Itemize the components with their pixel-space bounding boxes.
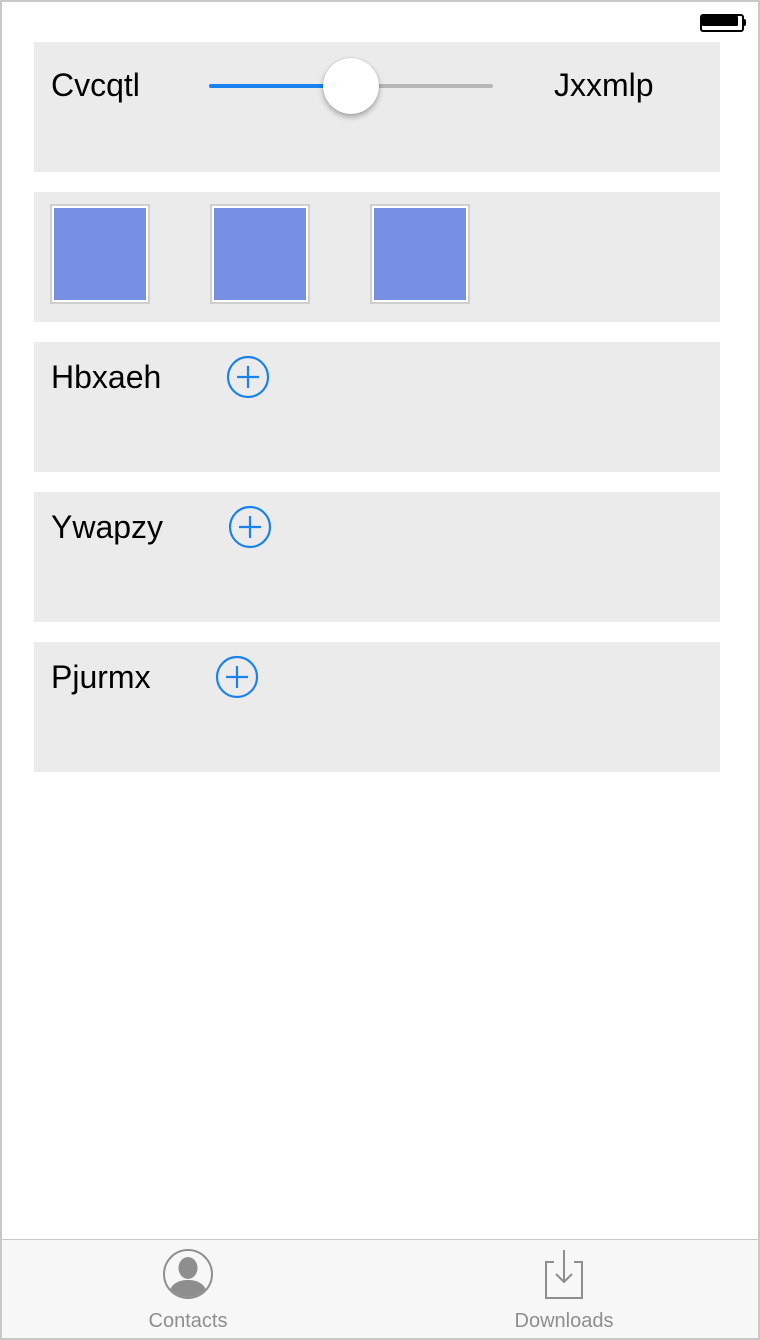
tab-downloads[interactable]: Downloads	[464, 1240, 664, 1338]
swatch-fill	[374, 208, 466, 300]
tab-bar: Contacts Downloads	[2, 1239, 758, 1338]
tab-label: Downloads	[514, 1310, 614, 1332]
add-circle-icon[interactable]	[226, 355, 270, 399]
swatch-fill	[214, 208, 306, 300]
add-circle-icon[interactable]	[215, 655, 259, 699]
add-row-2: Ywapzy	[34, 492, 720, 622]
tab-label: Contacts	[148, 1310, 228, 1332]
color-swatch-2[interactable]	[210, 204, 310, 304]
color-swatch-3[interactable]	[370, 204, 470, 304]
color-swatch-1[interactable]	[50, 204, 150, 304]
row-label: Ywapzy	[51, 509, 164, 545]
tab-contacts[interactable]: Contacts	[88, 1240, 288, 1338]
add-circle-icon[interactable]	[228, 505, 272, 549]
slider-thumb[interactable]	[323, 58, 379, 114]
slider-card: Cvcqtl Jxxmlp	[34, 42, 720, 172]
app-screen: Cvcqtl Jxxmlp Hbxaeh Ywapzy Pjurmx Conta…	[0, 0, 760, 1340]
row-label: Pjurmx	[51, 659, 151, 695]
slider-min-label: Cvcqtl	[51, 67, 140, 103]
battery-full-icon	[700, 14, 746, 32]
swatch-fill	[54, 208, 146, 300]
add-row-1: Hbxaeh	[34, 342, 720, 472]
contacts-person-icon	[162, 1248, 214, 1300]
add-row-3: Pjurmx	[34, 642, 720, 772]
row-label: Hbxaeh	[51, 359, 162, 395]
swatches-card	[34, 192, 720, 322]
slider-track[interactable]	[209, 58, 493, 114]
slider-max-label: Jxxmlp	[554, 67, 654, 103]
downloads-tray-icon	[538, 1248, 590, 1300]
